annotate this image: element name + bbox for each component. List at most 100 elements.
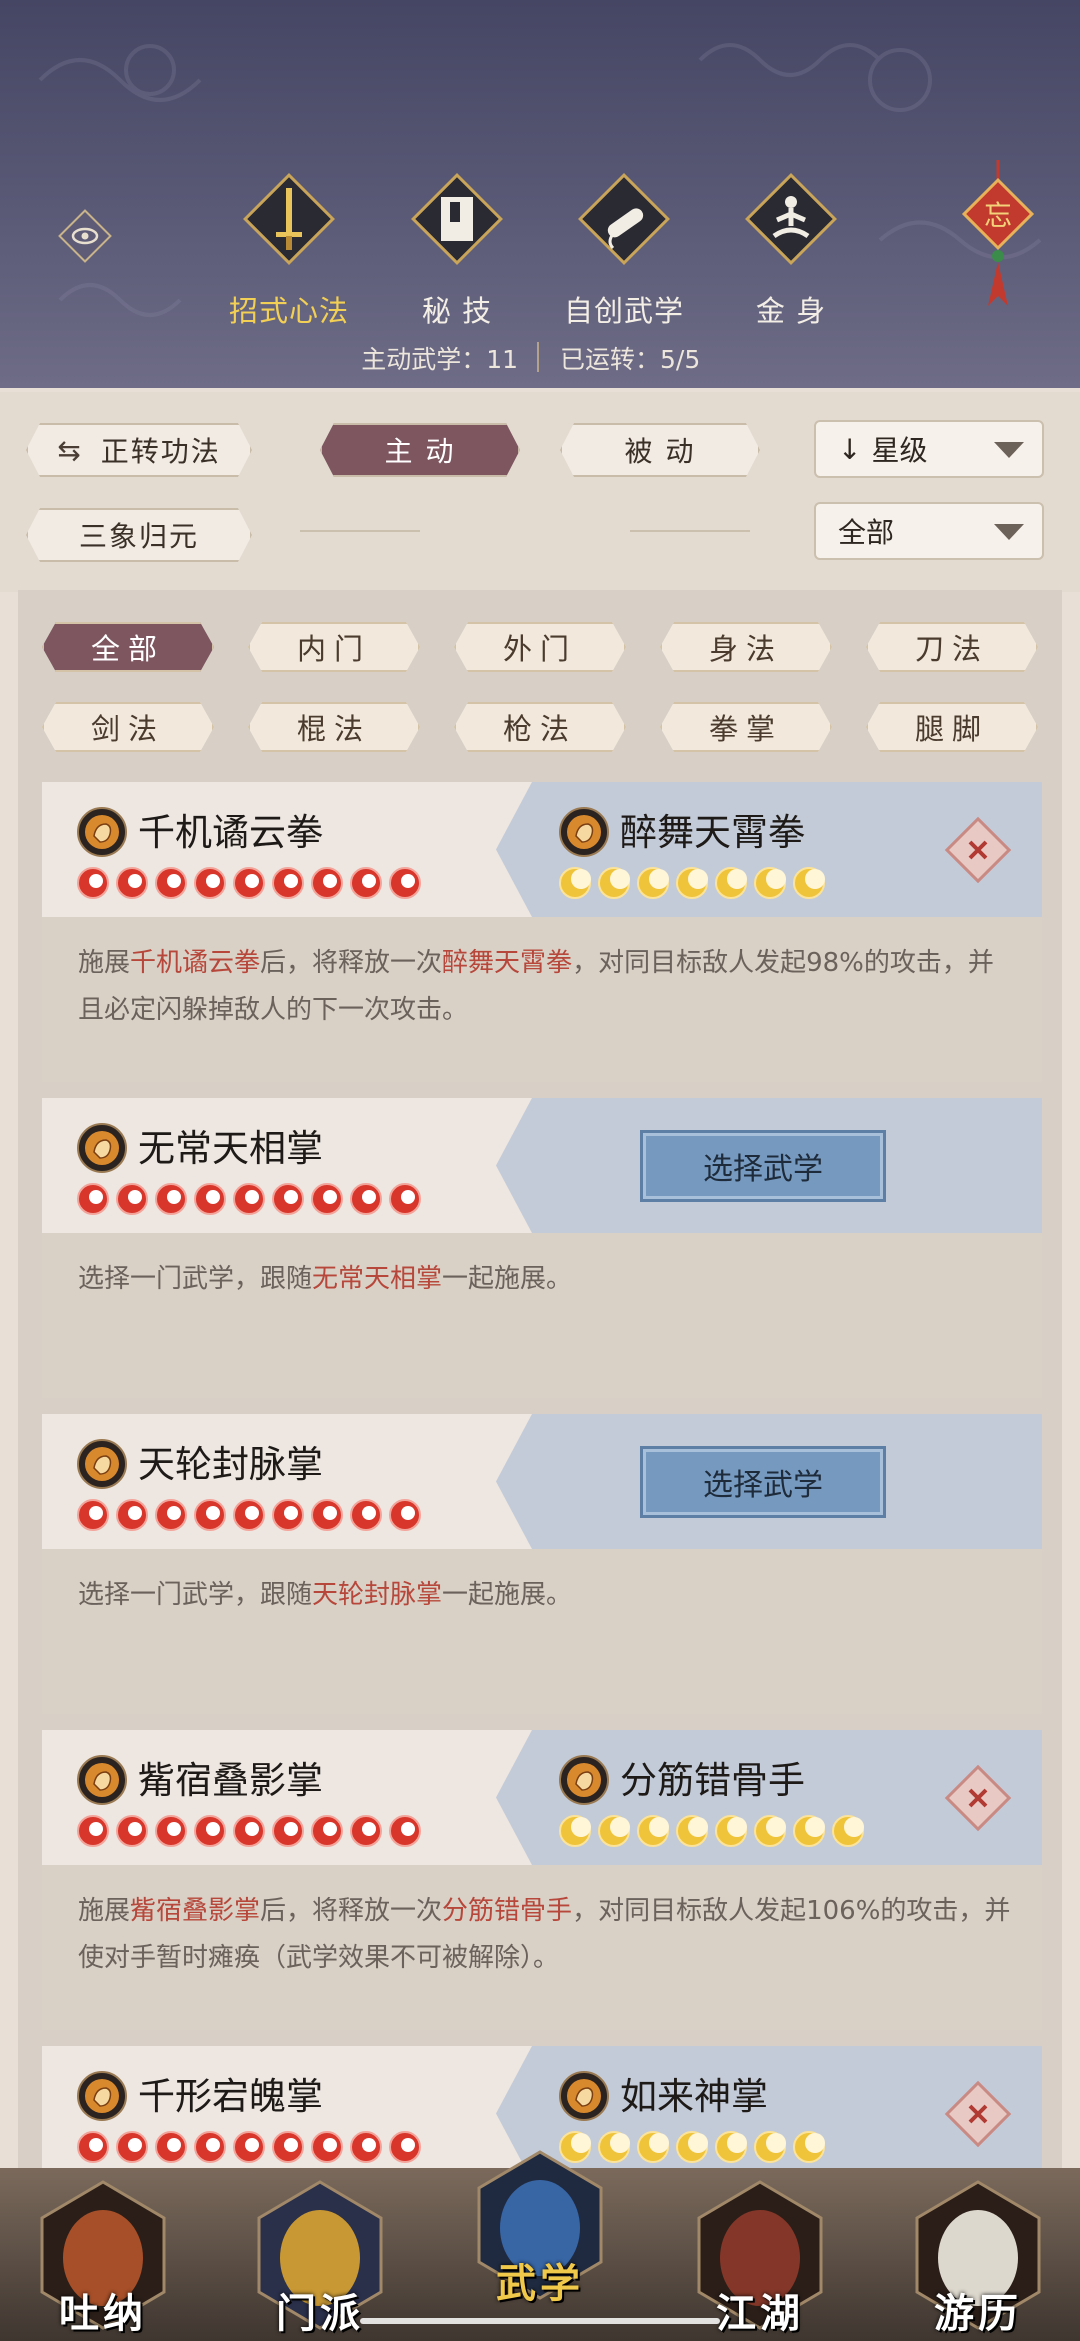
- star-mark-inner: [401, 874, 415, 888]
- star-mark-inner: [128, 1506, 142, 1520]
- filter-chip[interactable]: 枪法: [454, 702, 626, 752]
- skill-list[interactable]: 全部 内门 外门 身法 刀法 剑法 棍法 枪法 拳掌 腿脚 千机谲云拳 醉舞天霄拳 施展千机谲云拳后，…: [18, 590, 1062, 2168]
- tab-passive[interactable]: 被 动: [560, 423, 760, 477]
- active-skill-count: 主动武学：11: [361, 345, 518, 374]
- bottom-nav-label: 门派: [276, 2290, 364, 2337]
- sort-value: 星级: [871, 434, 928, 467]
- star-mark-inner: [649, 2133, 669, 2153]
- tab-secret-skills[interactable]: 秘 技: [382, 172, 532, 332]
- choose-skill-button[interactable]: 选择武学: [640, 1446, 886, 1518]
- remove-icon[interactable]: [942, 814, 1014, 886]
- bottom-nav-monk[interactable]: 吐纳: [28, 2180, 178, 2341]
- star-mark-inner: [128, 2138, 142, 2152]
- sort-dropdown[interactable]: ↓ 星级: [814, 420, 1044, 478]
- star-mark-inner: [401, 2138, 415, 2152]
- skill-description: 施展觜宿叠影掌后，将释放一次分筋错骨手，对同目标敌人发起106%的攻击，并使对手…: [78, 1888, 1013, 1982]
- description-text: 选择一门武学，跟随: [78, 1264, 313, 1294]
- bottom-nav-straw-hat[interactable]: 江湖: [685, 2180, 835, 2341]
- switch-method-button[interactable]: ⇆ 正转功法: [26, 423, 252, 477]
- star-mark-inner: [610, 1817, 630, 1837]
- star-rating: [77, 867, 421, 899]
- star-mark-inner: [323, 1506, 337, 1520]
- category-value: 全部: [838, 516, 895, 549]
- tab-moves[interactable]: 招式心法: [214, 172, 364, 332]
- tab-passive-label: 被 动: [624, 435, 696, 468]
- tab-label: 金 身: [755, 294, 827, 328]
- partner-skill-name: 分筋错骨手: [620, 1759, 805, 1802]
- category-dropdown[interactable]: 全部: [814, 502, 1044, 560]
- filter-chip[interactable]: 剑法: [42, 702, 214, 752]
- star-mark-inner: [727, 1817, 747, 1837]
- filter-chip[interactable]: 腿脚: [866, 702, 1038, 752]
- choose-skill-button[interactable]: 选择武学: [640, 1130, 886, 1202]
- star-mark-inner: [727, 2133, 747, 2153]
- star-rating: [77, 1815, 421, 1847]
- highlight-text: 分筋错骨手: [442, 1896, 573, 1926]
- chinese-knot-icon[interactable]: 忘: [958, 160, 1038, 320]
- filter-chip[interactable]: 拳掌: [660, 702, 832, 752]
- highlight-text: 无常天相掌: [312, 1264, 443, 1294]
- star-mark-inner: [167, 1822, 181, 1836]
- bottom-nav-banner[interactable]: 门派: [245, 2180, 395, 2341]
- star-mark-inner: [128, 1190, 142, 1204]
- star-mark-inner: [805, 869, 825, 889]
- skill-stats: 主动武学：11 已运转：5/5: [0, 340, 1080, 380]
- skill-name: 千机谲云拳: [138, 811, 323, 854]
- bottom-nav-horse[interactable]: 游历: [903, 2180, 1053, 2341]
- skill-description: 选择一门武学，跟随无常天相掌一起施展。: [78, 1256, 1013, 1303]
- star-mark-inner: [323, 1190, 337, 1204]
- tab-active-label: 主 动: [384, 435, 456, 468]
- eye-icon[interactable]: [55, 206, 115, 266]
- filter-chip[interactable]: 内门: [248, 622, 420, 672]
- tab-self-created[interactable]: 自创武学: [549, 172, 699, 332]
- fist-icon: [77, 2071, 127, 2121]
- chevron-down-icon: [994, 524, 1024, 540]
- skill-card: 天轮封脉掌 选择武学 选择一门武学，跟随天轮封脉掌一起施展。: [42, 1414, 1042, 1714]
- bottom-nav-manual[interactable]: 武学: [465, 2150, 615, 2311]
- star-mark-inner: [284, 1190, 298, 1204]
- star-mark-inner: [89, 874, 103, 888]
- filter-chip[interactable]: 棍法: [248, 702, 420, 752]
- star-mark-inner: [362, 2138, 376, 2152]
- star-mark-inner: [649, 869, 669, 889]
- bottom-nav-label: 吐纳: [59, 2290, 147, 2337]
- description-text: 施展: [78, 948, 131, 978]
- skill-description: 选择一门武学，跟随天轮封脉掌一起施展。: [78, 1572, 1013, 1619]
- header-banner: [0, 0, 1080, 388]
- star-mark-inner: [206, 2138, 220, 2152]
- description-text: 施展: [78, 1896, 131, 1926]
- star-mark-inner: [128, 1822, 142, 1836]
- star-mark-inner: [89, 1506, 103, 1520]
- star-mark-inner: [245, 1822, 259, 1836]
- tab-golden-body[interactable]: 金 身: [716, 172, 866, 332]
- fist-icon: [77, 1123, 127, 1173]
- swap-icon: ⇆: [57, 433, 83, 467]
- description-text: 一起施展。: [442, 1580, 573, 1610]
- star-mark-inner: [323, 1822, 337, 1836]
- home-indicator[interactable]: [360, 2318, 720, 2324]
- star-mark-inner: [206, 874, 220, 888]
- star-mark-inner: [89, 1822, 103, 1836]
- star-mark-inner: [727, 869, 747, 889]
- star-mark-inner: [323, 874, 337, 888]
- star-mark-inner: [766, 1817, 786, 1837]
- star-mark-inner: [206, 1190, 220, 1204]
- remove-icon[interactable]: [942, 1762, 1014, 1834]
- remove-icon[interactable]: [942, 2078, 1014, 2150]
- star-rating: [77, 2131, 421, 2163]
- star-rating: [559, 867, 825, 899]
- bottom-nav-label: 武学: [496, 2260, 584, 2307]
- partner-skill-name: 醉舞天霄拳: [620, 811, 805, 854]
- bottom-nav-label: 江湖: [716, 2290, 804, 2337]
- star-mark-inner: [571, 1817, 591, 1837]
- filter-chip[interactable]: 身法: [660, 622, 832, 672]
- sanxiang-button[interactable]: 三象归元: [26, 508, 252, 562]
- star-mark-inner: [688, 1817, 708, 1837]
- star-mark-inner: [571, 869, 591, 889]
- filter-chip[interactable]: 全部: [42, 622, 214, 672]
- filter-chip[interactable]: 刀法: [866, 622, 1038, 672]
- fist-icon: [559, 1755, 609, 1805]
- star-mark-inner: [128, 874, 142, 888]
- tab-active[interactable]: 主 动: [320, 423, 520, 477]
- filter-chip[interactable]: 外门: [454, 622, 626, 672]
